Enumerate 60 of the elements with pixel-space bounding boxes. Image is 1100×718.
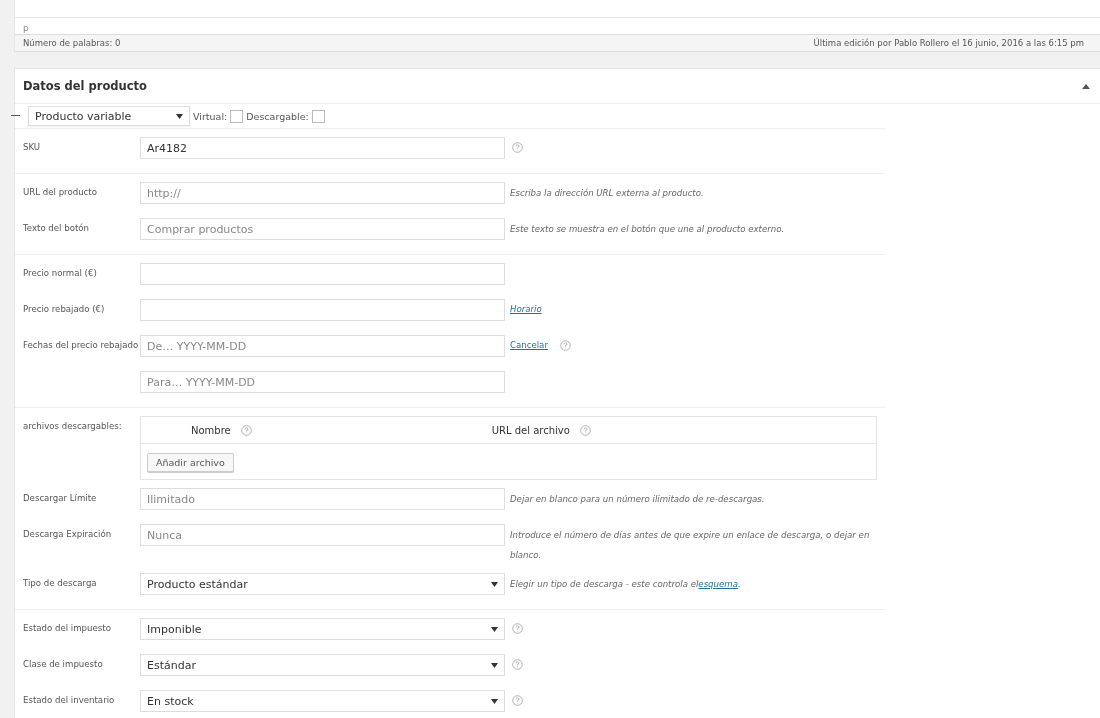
caret-icon [176,113,183,119]
field-label: URL del producto [23,187,97,197]
input-field[interactable]: Para… YYYY-MM-DD [140,371,505,393]
help-icon[interactable] [240,424,252,436]
element-path: p [23,23,29,33]
last-edit-info: Última edición por Pablo Rollero el 16 junio, 2016 a las 6:15 pm [813,38,1084,48]
dropdown[interactable]: Estándar [140,654,505,676]
input-field[interactable] [140,263,505,285]
dash-icon [11,115,20,116]
input-field[interactable]: Comprar productos [140,218,505,240]
input-field[interactable]: De… YYYY-MM-DD [140,335,505,357]
field-label: Fechas del precio rebajado [23,340,139,350]
help-icon[interactable] [512,623,523,634]
field-description: Introduce el número de días antes de que expire un enlace de descarga, o dejar en blanco. [510,529,871,562]
field-description: Este texto se muestra en el botón que une al producto externo. [510,223,785,236]
caret-icon [491,698,498,704]
dropdown[interactable]: Producto estándar [140,573,505,595]
input-field[interactable]: Ilimitado [140,488,505,510]
field-label: Clase de impuesto [23,659,103,669]
input-field[interactable] [140,299,505,321]
toggle-icon[interactable] [1082,83,1090,89]
field-label: Estado del inventario [23,695,115,705]
caret-icon [491,581,498,587]
column-header: URL del archivo [491,424,570,436]
help-icon[interactable] [512,695,523,706]
field-label: archivos descargables: [23,421,122,431]
field-label: Estado del impuesto [23,623,111,633]
input-field[interactable]: Nunca [140,524,505,546]
dropdown[interactable]: Imponible [140,618,505,640]
help-icon[interactable] [579,424,591,436]
checkbox[interactable] [230,109,244,123]
panel-title: Datos del producto [23,79,147,93]
product-type-select[interactable]: Producto variable [28,106,190,126]
help-icon[interactable] [512,659,523,670]
field-label: Descargar Límite [23,493,97,503]
field-description: Dejar en blanco para un número ilimitado de re-descargas. [510,493,765,506]
link[interactable]: esquema [698,579,738,589]
link[interactable]: Cancelar [510,340,548,350]
caret-icon [491,662,498,668]
field-description: Elegir un tipo de descarga - este controla elesquema. [510,578,741,591]
field-label: SKU [23,142,41,152]
link[interactable]: Horario [510,304,542,314]
field-label: Descarga Expiración [23,529,112,539]
help-icon[interactable] [559,340,571,351]
field-label: Precio normal (€) [23,268,97,278]
checkbox[interactable] [311,109,325,123]
input-field[interactable]: Ar4182 [140,137,505,159]
field-label: Tipo de descarga [23,578,97,588]
field-label: Precio rebajado (€) [23,304,105,314]
help-icon[interactable] [512,142,523,153]
word-count: Número de palabras: 0 [23,38,121,48]
caret-icon [491,626,498,632]
option-label: Virtual: [193,110,228,122]
add-file-button[interactable]: Añadir archivo [147,453,234,472]
input-field[interactable]: http:// [140,182,505,204]
field-label: Texto del botón [23,223,90,233]
field-description: Escriba la dirección URL externa al producto. [510,187,704,200]
option-label: Descargable: [246,110,309,122]
column-header: Nombre [191,424,231,436]
dropdown[interactable]: En stock [140,690,505,712]
